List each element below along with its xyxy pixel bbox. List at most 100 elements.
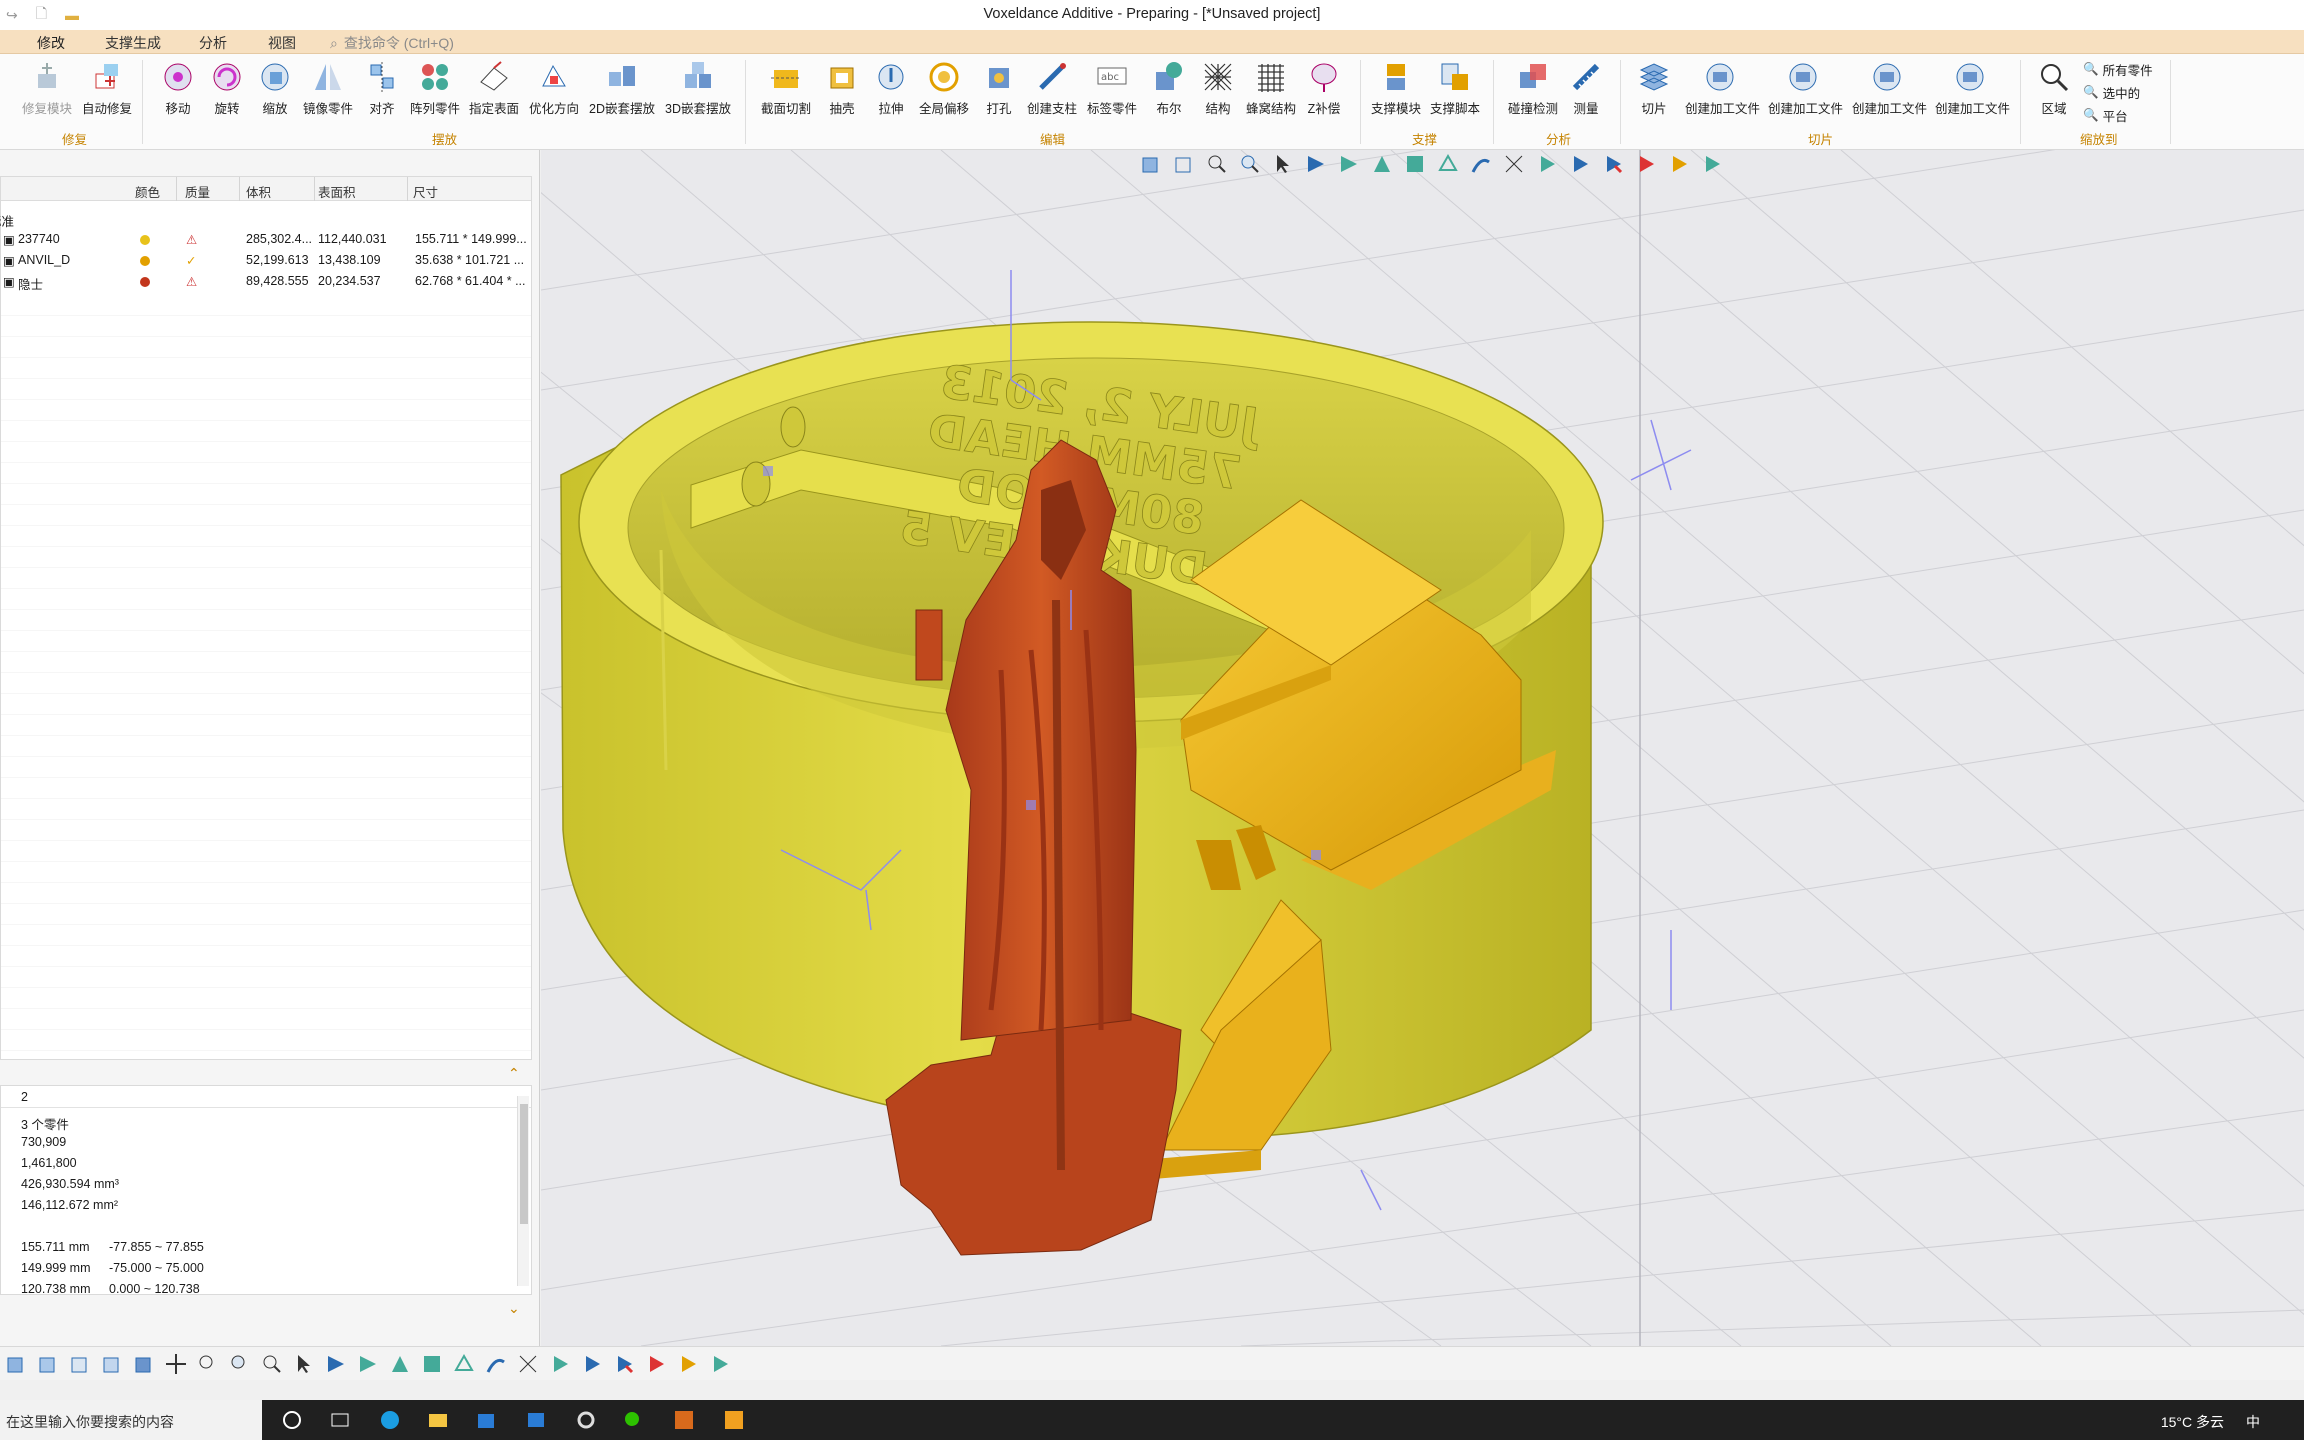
extrude-icon — [878, 64, 904, 90]
voxeldance-icon[interactable] — [722, 1408, 746, 1432]
command-search[interactable]: ⌕ 查找命令 (Ctrl+Q) — [330, 33, 454, 53]
create-build-file-button-4[interactable]: 创建加工文件 — [1935, 60, 2010, 117]
tab-modify[interactable]: 修改 — [37, 33, 65, 53]
select-triangle-icon[interactable] — [1337, 152, 1361, 176]
part-row[interactable]: ▣ 237740 ⚠ 285,302.4... 112,440.031 155.… — [1, 229, 531, 250]
play-icon[interactable] — [548, 1352, 572, 1376]
2d-nest-button[interactable]: 2D嵌套摆放 — [587, 60, 657, 117]
taskbar-search[interactable]: 在这里输入你要搜索的内容 — [0, 1400, 262, 1440]
part-color-dot — [140, 277, 150, 287]
app-icon[interactable] — [524, 1408, 548, 1432]
select-arrow-icon[interactable] — [292, 1352, 316, 1376]
tab-analysis[interactable]: 分析 — [199, 33, 227, 53]
nest-2d-icon — [609, 66, 635, 86]
select-mesh-icon[interactable] — [516, 1352, 540, 1376]
file-explorer-icon[interactable] — [426, 1408, 450, 1432]
select-box-icon[interactable] — [420, 1352, 444, 1376]
select-arrow-icon[interactable] — [1271, 152, 1295, 176]
ime-indicator[interactable]: 中 — [2246, 1412, 2260, 1432]
zoom-all-parts-button[interactable]: 🔍 所有零件 — [2083, 60, 2153, 79]
edge-icon[interactable] — [378, 1408, 402, 1432]
record-icon[interactable] — [644, 1352, 668, 1376]
create-build-file-button-2[interactable]: 创建加工文件 — [1768, 60, 1843, 117]
zoom-in-icon[interactable] — [260, 1352, 284, 1376]
store-icon[interactable] — [474, 1408, 498, 1432]
zoom-all-icon[interactable] — [228, 1352, 252, 1376]
play-icon[interactable] — [1535, 152, 1559, 176]
tab-view[interactable]: 视图 — [268, 33, 296, 53]
view-back-icon[interactable] — [36, 1352, 60, 1376]
task-view-icon[interactable] — [328, 1408, 352, 1432]
zoom-selected-button[interactable]: 🔍 选中的 — [2083, 83, 2140, 102]
column-size[interactable]: 尺寸 — [413, 182, 438, 201]
select-lasso-icon[interactable] — [1436, 152, 1460, 176]
view-top-icon[interactable] — [132, 1352, 156, 1376]
parts-list-header: 颜色 质量 体积 表面积 尺寸 — [1, 177, 531, 201]
slice-button[interactable]: 切片 — [1619, 60, 1689, 117]
details-scrollbar[interactable] — [517, 1096, 529, 1286]
cortana-icon[interactable] — [280, 1408, 304, 1432]
view-front-icon[interactable] — [4, 1352, 28, 1376]
stop-icon[interactable] — [1601, 152, 1625, 176]
info-icon[interactable] — [1667, 152, 1691, 176]
column-area[interactable]: 表面积 — [318, 182, 356, 201]
record-icon[interactable] — [1634, 152, 1658, 176]
zoom-all-icon: 🔍 — [2083, 62, 2099, 76]
column-color[interactable]: 颜色 — [135, 182, 160, 201]
select-triangle-icon[interactable] — [356, 1352, 380, 1376]
stop-icon[interactable] — [612, 1352, 636, 1376]
parts-group-row[interactable]: 标准 — [0, 208, 531, 229]
wechat-icon[interactable] — [622, 1408, 646, 1432]
select-brush-icon[interactable] — [484, 1352, 508, 1376]
zoom-window-icon[interactable] — [196, 1352, 220, 1376]
3d-viewport[interactable]: JULY 2, 2013 75MM HEAD 80MM OD DUKE REV … — [541, 150, 2304, 1346]
weather-widget[interactable]: 15°C 多云 — [2161, 1412, 2224, 1432]
3d-nest-button[interactable]: 3D嵌套摆放 — [663, 60, 733, 117]
move-icon — [164, 63, 192, 91]
part-row[interactable]: ▣ 隐士 ⚠ 89,428.555 20,234.537 62.768 * 61… — [1, 271, 531, 292]
collapse-down-icon[interactable]: ⌄ — [508, 1300, 520, 1317]
app-orange-icon[interactable] — [672, 1408, 696, 1432]
magnifier-icon — [2041, 64, 2069, 92]
z-compensation-button[interactable]: Z补偿 — [1289, 60, 1359, 117]
select-lasso-icon[interactable] — [452, 1352, 476, 1376]
select-face-icon[interactable] — [1304, 152, 1328, 176]
optimize-orientation-button[interactable]: 优化方向 — [519, 60, 589, 117]
measure-button[interactable]: 测量 — [1551, 60, 1621, 117]
select-mesh-icon[interactable] — [1502, 152, 1526, 176]
part-row[interactable]: ▣ ANVIL_D ✓ 52,199.613 13,438.109 35.638… — [1, 250, 531, 271]
zoom-fit-icon[interactable] — [1205, 152, 1229, 176]
view-wireframe-icon[interactable] — [1172, 152, 1196, 176]
nest-3d-icon — [685, 62, 711, 88]
select-region-icon[interactable] — [1370, 152, 1394, 176]
tab-support[interactable]: 支撑生成 — [105, 33, 161, 53]
support-script-button[interactable]: 支撑脚本 — [1420, 60, 1490, 117]
pan-icon[interactable] — [164, 1352, 188, 1376]
play-forward-icon[interactable] — [580, 1352, 604, 1376]
select-region-icon[interactable] — [388, 1352, 412, 1376]
select-brush-icon[interactable] — [1469, 152, 1493, 176]
auto-repair-button[interactable]: 自动修复 — [72, 60, 142, 117]
zoom-platform-button[interactable]: 🔍 平台 — [2083, 106, 2128, 125]
zoom-area-button[interactable]: 区域 — [2019, 60, 2089, 117]
detail-range-x: -77.855 ~ 77.855 — [109, 1240, 204, 1254]
create-build-file-button-3[interactable]: 创建加工文件 — [1852, 60, 1927, 117]
settings-gear-icon[interactable] — [574, 1408, 598, 1432]
detail-value: 730,909 — [21, 1135, 67, 1149]
view-right-icon[interactable] — [100, 1352, 124, 1376]
column-volume[interactable]: 体积 — [246, 182, 271, 201]
view-left-icon[interactable] — [68, 1352, 92, 1376]
info-alt-icon[interactable] — [1700, 152, 1724, 176]
part-name: ANVIL_D — [18, 253, 71, 267]
zoom-icon[interactable] — [1238, 152, 1262, 176]
group-label: 标准 — [0, 215, 15, 229]
info-icon[interactable] — [676, 1352, 700, 1376]
view-cube-icon[interactable] — [1139, 152, 1163, 176]
play-forward-icon[interactable] — [1568, 152, 1592, 176]
select-face-icon[interactable] — [324, 1352, 348, 1376]
create-build-file-button-1[interactable]: 创建加工文件 — [1685, 60, 1760, 117]
select-box-icon[interactable] — [1403, 152, 1427, 176]
collapse-up-icon[interactable]: ⌃ — [508, 1065, 520, 1082]
info-alt-icon[interactable] — [708, 1352, 732, 1376]
column-quality[interactable]: 质量 — [185, 182, 210, 201]
